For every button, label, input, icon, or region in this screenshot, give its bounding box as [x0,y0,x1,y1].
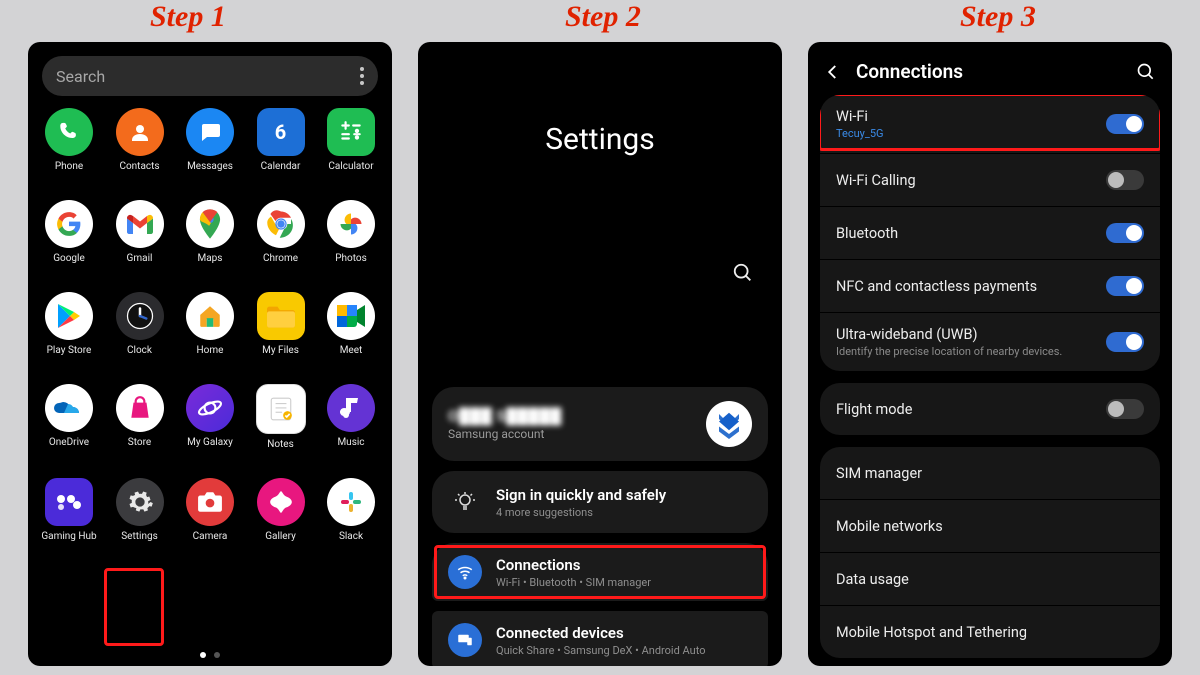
search-placeholder: Search [56,67,105,86]
step-2-label: Step 2 [565,0,641,34]
app-maps[interactable]: Maps [179,200,241,264]
store-icon [116,384,164,432]
app-calculator[interactable]: Calculator [320,108,382,172]
app-gmail[interactable]: Gmail [109,200,171,264]
clock-icon [116,292,164,340]
slack-icon [327,478,375,526]
calendar-icon: 6 [257,108,305,156]
app-music[interactable]: Music [320,384,382,450]
chrome-icon [257,200,305,248]
lightbulb-icon [448,485,482,519]
highlight-connections [434,545,766,599]
gallery-icon [257,478,305,526]
calculator-icon [327,108,375,156]
app-clock[interactable]: Clock [109,292,171,356]
app-contacts[interactable]: Contacts [109,108,171,172]
app-meet[interactable]: Meet [320,292,382,356]
app-notes[interactable]: Notes [250,384,312,450]
music-icon [327,384,375,432]
gmail-icon [116,200,164,248]
nfc-toggle[interactable] [1106,276,1144,296]
app-home[interactable]: Home [179,292,241,356]
flight-mode-toggle[interactable] [1106,399,1144,419]
uwb-toggle[interactable] [1106,332,1144,352]
app-calendar[interactable]: 6Calendar [250,108,312,172]
photos-icon [327,200,375,248]
account-sub: Samsung account [448,427,692,441]
bluetooth-toggle[interactable] [1106,223,1144,243]
myfiles-icon [257,292,305,340]
google-icon [45,200,93,248]
step-1-label: Step 1 [150,0,226,34]
app-slack[interactable]: Slack [320,478,382,542]
account-avatar [706,401,752,447]
onedrive-icon [45,384,93,432]
app-playstore[interactable]: Play Store [38,292,100,356]
flight-mode-row[interactable]: Flight mode [820,383,1160,435]
notes-icon [256,384,306,434]
meet-icon [327,292,375,340]
account-name: O███ S█████ [448,407,692,425]
sim-manager-row[interactable]: SIM manager [820,447,1160,499]
search-icon[interactable] [732,262,754,284]
connections-row[interactable]: Connections Wi-Fi • Bluetooth • SIM mana… [432,543,768,601]
maps-icon [186,200,234,248]
contacts-icon [116,108,164,156]
connected-devices-row[interactable]: Connected devices Quick Share • Samsung … [432,611,768,666]
app-myfiles[interactable]: My Files [250,292,312,356]
app-messages[interactable]: Messages [179,108,241,172]
app-mygalaxy[interactable]: My Galaxy [179,384,241,450]
messages-icon [186,108,234,156]
highlight-wifi [820,95,1160,151]
app-gaminghub[interactable]: Gaming Hub [38,478,100,542]
home-icon [186,292,234,340]
wifi-calling-toggle[interactable] [1106,170,1144,190]
app-settings[interactable]: Settings [109,478,171,542]
connections-title: Connections [856,60,1122,83]
app-chrome[interactable]: Chrome [250,200,312,264]
app-store[interactable]: Store [109,384,171,450]
more-options-icon[interactable] [360,67,364,85]
app-phone[interactable]: Phone [38,108,100,172]
highlight-settings [104,568,164,646]
nfc-row[interactable]: NFC and contactless payments [820,259,1160,312]
data-usage-row[interactable]: Data usage [820,552,1160,605]
gaminghub-icon [45,478,93,526]
finder-search-bar[interactable]: Search [42,56,378,96]
camera-icon [186,478,234,526]
phone-connections-screen: Connections Wi-FiTecuy_5G Wi-Fi Calling … [808,42,1172,666]
page-indicator [28,652,392,658]
samsung-account-card[interactable]: O███ S█████ Samsung account [432,387,768,461]
phone-settings-root: Settings O███ S█████ Samsung account Sig… [418,42,782,666]
app-camera[interactable]: Camera [179,478,241,542]
step-3-label: Step 3 [960,0,1036,34]
search-icon[interactable] [1136,62,1156,82]
bluetooth-row[interactable]: Bluetooth [820,206,1160,259]
devices-icon [448,623,482,657]
uwb-row[interactable]: Ultra-wideband (UWB)Identify the precise… [820,312,1160,371]
wifi-calling-row[interactable]: Wi-Fi Calling [820,153,1160,206]
phone-home-screen: Search Phone Contacts Messages 6Calendar… [28,42,392,666]
signin-suggestion-card[interactable]: Sign in quickly and safely 4 more sugges… [432,471,768,533]
hotspot-row[interactable]: Mobile Hotspot and Tethering [820,605,1160,658]
phone-icon [45,108,93,156]
mygalaxy-icon [186,384,234,432]
back-icon[interactable] [824,63,842,81]
app-onedrive[interactable]: OneDrive [38,384,100,450]
mobile-networks-row[interactable]: Mobile networks [820,499,1160,552]
app-gallery[interactable]: Gallery [250,478,312,542]
app-google[interactable]: Google [38,200,100,264]
settings-title: Settings [418,122,782,157]
playstore-icon [45,292,93,340]
app-photos[interactable]: Photos [320,200,382,264]
settings-icon [116,478,164,526]
